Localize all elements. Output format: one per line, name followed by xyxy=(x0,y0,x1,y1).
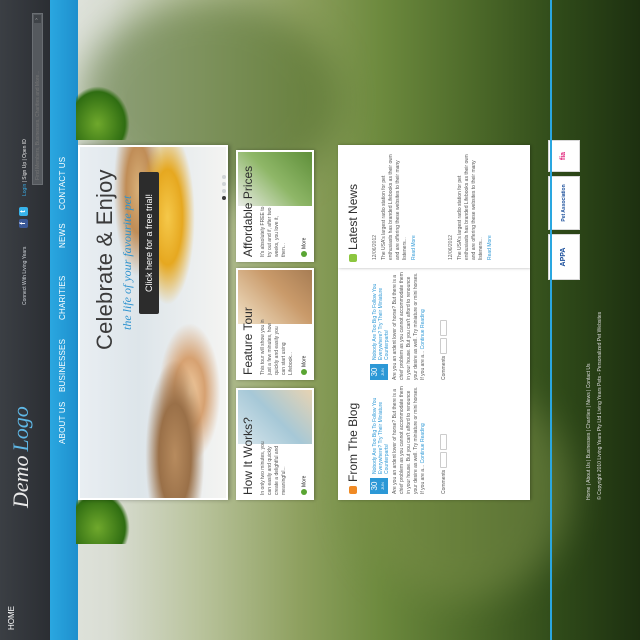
post-day: 30 xyxy=(370,367,379,377)
search-button[interactable]: › xyxy=(34,15,41,23)
slider-dot[interactable] xyxy=(222,196,226,200)
page-canvas: Demo Logo HOME ABOUT US BUSINESSES CHARIT… xyxy=(0,0,640,640)
post-title[interactable]: Nobody Are Too Big To Follow You Everywh… xyxy=(372,268,390,360)
footer-copyright: © Copyright 2010 Living Years Pty Ltd Li… xyxy=(597,311,603,500)
news-item: 12/06/2012 The USA's largest radio stati… xyxy=(448,152,493,260)
feature-more-link[interactable]: More xyxy=(301,356,307,375)
login-link[interactable]: Login xyxy=(22,184,28,196)
logo-text: Demo xyxy=(8,455,33,508)
post-excerpt: Are you an ardent lover of horse? But th… xyxy=(392,272,427,380)
read-more-link[interactable]: Read More xyxy=(487,152,493,260)
more-label: More xyxy=(301,237,308,249)
feature-box-tour: Feature Tour This tour will show you in … xyxy=(236,268,314,380)
nav-item-news[interactable]: NEWS xyxy=(58,223,67,248)
site-logo[interactable]: Demo Logo xyxy=(8,406,34,508)
partner-logo-appa[interactable]: APPA xyxy=(548,234,580,280)
comments-link[interactable]: Comments xyxy=(441,470,447,494)
partner-logo-fia[interactable]: fia xyxy=(548,140,580,172)
logo-text-accent: Logo xyxy=(8,406,33,452)
feature-box-prices: Affordable Prices It's absolutely FREE t… xyxy=(236,150,314,262)
plus-icon xyxy=(301,251,307,257)
news-section: Latest News 12/06/2012 The USA's largest… xyxy=(338,145,530,268)
plus-icon xyxy=(301,489,307,495)
header: Demo Logo HOME ABOUT US BUSINESSES CHARIT… xyxy=(0,0,78,640)
slider-dots xyxy=(213,172,228,200)
nav-label: HOME xyxy=(7,606,16,630)
slider-dot[interactable] xyxy=(222,175,226,179)
footer-divider xyxy=(550,0,552,640)
post-title[interactable]: Nobody Are Too Big To Follow You Everywh… xyxy=(372,382,390,474)
post-meta: Comments xyxy=(440,433,447,494)
rss-icon xyxy=(349,486,357,494)
more-label: More xyxy=(301,475,308,487)
nav-item-about[interactable]: ABOUT US xyxy=(58,402,67,444)
comments-link[interactable]: Comments xyxy=(441,356,447,380)
feature-title: Affordable Prices xyxy=(241,165,255,257)
slide-subtitle: the life of your favourite pet xyxy=(120,195,134,330)
continue-reading-link[interactable]: Continue Reading xyxy=(420,309,426,349)
free-trial-button[interactable]: Click here for a free trial! xyxy=(139,172,159,314)
search-box: › xyxy=(32,13,43,185)
news-text: The USA's largest radio station for pet … xyxy=(457,154,484,260)
news-date: 12/06/2012 xyxy=(448,234,454,260)
post-excerpt: Are you an ardent lover of horse? But th… xyxy=(392,386,427,494)
continue-reading-link[interactable]: Continue Reading xyxy=(420,423,426,463)
tweet-button[interactable] xyxy=(440,433,447,450)
share-button[interactable] xyxy=(440,451,447,468)
slide-title: Celebrate & Enjoy xyxy=(92,169,117,350)
search-input[interactable] xyxy=(34,30,41,180)
website: Demo Logo HOME ABOUT US BUSINESSES CHARIT… xyxy=(0,0,640,640)
feature-title: Feature Tour xyxy=(241,307,255,375)
news-item: 12/06/2012 The USA's largest radio stati… xyxy=(372,152,417,260)
news-text: The USA's largest radio station for pet … xyxy=(381,154,408,260)
nav-item-businesses[interactable]: BUSINESSES xyxy=(58,339,67,392)
hero-slider[interactable]: Celebrate & Enjoy the life of your favou… xyxy=(78,145,228,500)
footer-nav[interactable]: Home | About Us | Businesses | Charities… xyxy=(586,363,592,500)
feature-text: This tour will show you in just a few mi… xyxy=(260,319,294,375)
post-date-badge: 30 JUN xyxy=(370,478,388,494)
post-month: JUN xyxy=(380,368,385,376)
feature-box-how-it-works: How It Works? In only two minutes, you c… xyxy=(236,388,314,500)
social-label: Connect With Living Years xyxy=(22,246,28,305)
tweet-button[interactable] xyxy=(440,319,447,336)
post-meta: Comments xyxy=(440,319,447,380)
slider-dot[interactable] xyxy=(222,182,226,186)
post-day: 30 xyxy=(370,481,379,491)
signup-link[interactable]: Sign Up xyxy=(22,162,28,180)
feature-title: How It Works? xyxy=(241,417,255,495)
feature-text: In only two minutes, you can easily and … xyxy=(260,441,287,495)
account-links: Login | Sign Up | Open ID xyxy=(22,139,28,196)
partner-logo-association[interactable]: Pet Association xyxy=(548,176,580,230)
blog-section: From The Blog 30 JUN Nobody Are Too Big T… xyxy=(338,268,530,500)
facebook-icon[interactable]: f xyxy=(19,219,28,228)
post-date-badge: 30 JUN xyxy=(370,364,388,380)
read-more-link[interactable]: Read More xyxy=(411,152,417,260)
news-title: Latest News xyxy=(346,183,360,250)
nav-bar xyxy=(50,0,78,640)
blog-title: From The Blog xyxy=(346,402,360,482)
news-icon xyxy=(349,254,357,262)
nav-item-contact[interactable]: CONTACT US xyxy=(58,157,67,210)
openid-link[interactable]: Open ID xyxy=(22,139,28,158)
feature-more-link[interactable]: More xyxy=(301,476,307,495)
post-month: JUN xyxy=(380,482,385,490)
more-label: More xyxy=(301,355,308,367)
slider-dot[interactable] xyxy=(222,189,226,193)
news-date: 12/06/2012 xyxy=(372,234,378,260)
nav-item-charities[interactable]: CHARITIES xyxy=(58,276,67,320)
share-button[interactable] xyxy=(440,337,447,354)
feature-text: It's absolutely FREE to try out and if, … xyxy=(260,206,287,257)
leaf-decoration xyxy=(76,86,130,140)
plus-icon xyxy=(301,369,307,375)
twitter-icon[interactable]: t xyxy=(19,207,28,216)
feature-more-link[interactable]: More xyxy=(301,238,307,257)
